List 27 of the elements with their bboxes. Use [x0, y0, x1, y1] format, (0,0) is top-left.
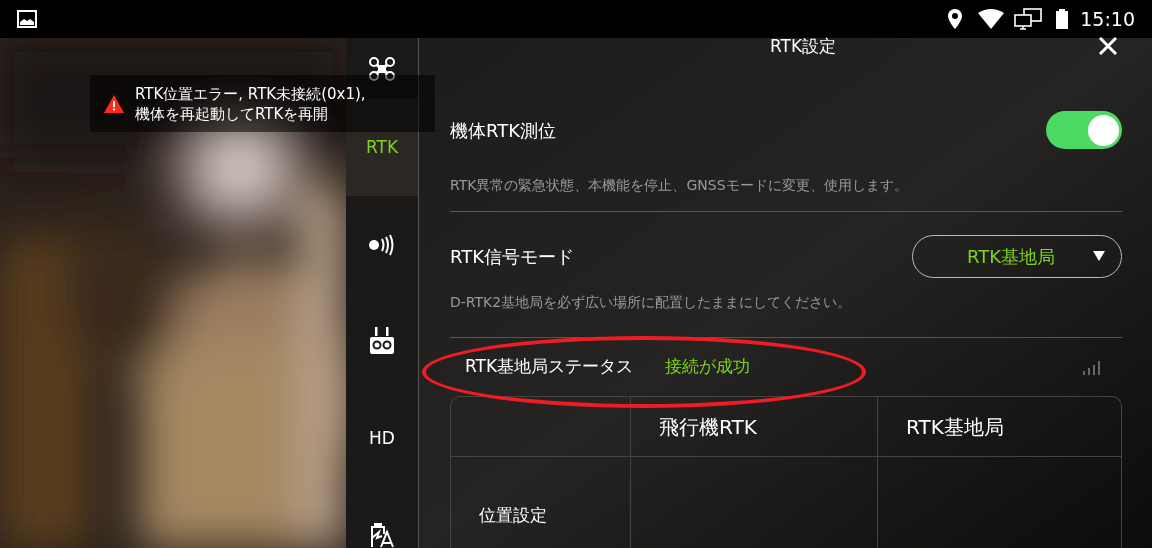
drone-icon [368, 55, 396, 82]
column-header: 飛行機RTK [659, 413, 757, 441]
remote-controller-icon [369, 327, 395, 356]
panel-title: RTK設定 [769, 35, 837, 58]
gallery-icon [17, 10, 37, 28]
warning-icon [104, 94, 124, 113]
close-icon [1099, 37, 1117, 55]
setting-label: RTK信号モード [450, 244, 574, 269]
setting-description: RTK異常の緊急状態、本機能を停止、GNSSモードに変更、使用します。 [450, 176, 908, 195]
broadcast-icon [368, 233, 396, 256]
error-message: 機体を再起動してRTKを再開 [135, 103, 330, 124]
setting-label: 機体RTK測位 [450, 118, 556, 143]
column-header: RTK基地局 [906, 413, 1004, 441]
close-button[interactable] [1096, 34, 1120, 58]
battery-icon [1056, 9, 1069, 29]
dropdown-caret-icon [1093, 251, 1105, 261]
sidebar-tab[interactable]: HD [346, 389, 418, 487]
status-label: RTK基地局ステータス [465, 355, 634, 379]
location-pin-icon [948, 9, 963, 29]
screen-cast-icon [1014, 8, 1043, 30]
row-header: 位置設定 [479, 503, 547, 527]
toggle-switch[interactable] [1046, 111, 1122, 149]
wifi-icon [978, 9, 1005, 29]
setting-description: D-RTK2基地局を必ず広い場所に配置したままにしてください。 [450, 293, 852, 312]
clock: 15:10 [1080, 6, 1135, 32]
battery-icon [369, 522, 395, 548]
status-value: 接続が成功 [665, 355, 751, 379]
